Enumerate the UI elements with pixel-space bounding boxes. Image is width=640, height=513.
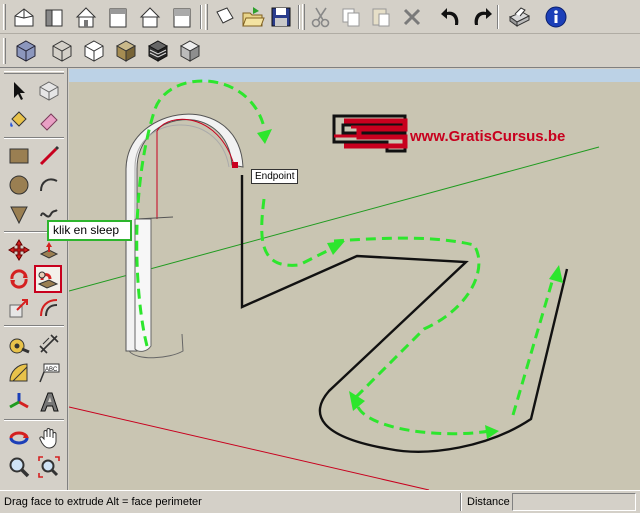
main-toolbar bbox=[0, 0, 640, 34]
cut-icon[interactable] bbox=[307, 3, 335, 31]
toolbar-separator bbox=[497, 5, 499, 29]
right-view-icon[interactable] bbox=[104, 3, 132, 31]
pan-icon[interactable] bbox=[35, 424, 63, 452]
palette-separator bbox=[4, 419, 64, 421]
new-file-icon[interactable] bbox=[211, 3, 239, 31]
palette-separator bbox=[4, 137, 64, 139]
status-bar: Drag face to extrude Alt = face perimete… bbox=[0, 490, 640, 513]
back-view-icon[interactable] bbox=[136, 3, 164, 31]
line-icon[interactable] bbox=[35, 142, 63, 170]
undo-icon[interactable] bbox=[437, 3, 465, 31]
print-icon[interactable] bbox=[505, 3, 533, 31]
shaded-style-icon[interactable] bbox=[112, 37, 140, 65]
zoom-extents-icon[interactable] bbox=[35, 453, 63, 481]
zoom-icon[interactable] bbox=[5, 453, 33, 481]
eraser-icon[interactable] bbox=[35, 106, 63, 134]
scale-icon[interactable] bbox=[5, 294, 33, 322]
toolbar-grip[interactable] bbox=[302, 4, 305, 30]
palette-grip[interactable] bbox=[4, 71, 64, 74]
toolbar-grip[interactable] bbox=[205, 4, 208, 30]
top-view-icon[interactable] bbox=[40, 3, 68, 31]
instruction-callout: klik en sleep bbox=[47, 220, 132, 241]
follow-me-icon[interactable] bbox=[34, 265, 62, 293]
rotate-icon[interactable] bbox=[5, 265, 33, 293]
wireframe-style-icon[interactable] bbox=[48, 37, 76, 65]
info-icon[interactable] bbox=[542, 3, 570, 31]
make-component-icon[interactable] bbox=[35, 77, 63, 105]
offset-icon[interactable] bbox=[35, 294, 63, 322]
distance-label: Distance bbox=[467, 496, 510, 508]
toolbar-grip[interactable] bbox=[3, 4, 6, 30]
save-icon[interactable] bbox=[267, 3, 295, 31]
axes-icon[interactable] bbox=[5, 388, 33, 416]
xray-style-icon[interactable] bbox=[12, 37, 40, 65]
paint-bucket-icon[interactable] bbox=[5, 106, 33, 134]
status-message: Drag face to extrude Alt = face perimete… bbox=[4, 496, 202, 508]
open-file-icon[interactable] bbox=[239, 3, 267, 31]
shaded-texture-style-icon[interactable] bbox=[144, 37, 172, 65]
status-divider bbox=[460, 493, 462, 511]
3d-text-icon[interactable] bbox=[35, 388, 63, 416]
model-viewport[interactable]: Endpoint www.GratisCursus.be bbox=[69, 69, 640, 490]
tape-measure-icon[interactable] bbox=[5, 330, 33, 358]
rectangle-icon[interactable] bbox=[5, 142, 33, 170]
copy-icon[interactable] bbox=[337, 3, 365, 31]
erase-icon[interactable] bbox=[398, 3, 426, 31]
arc-icon[interactable] bbox=[35, 171, 63, 199]
move-icon[interactable] bbox=[5, 236, 33, 264]
tool-palette: ABC bbox=[0, 68, 68, 490]
select-icon[interactable] bbox=[5, 77, 33, 105]
circle-icon[interactable] bbox=[5, 171, 33, 199]
gratiscursus-logo bbox=[332, 114, 408, 153]
toolbar-separator bbox=[298, 5, 300, 29]
endpoint-marker bbox=[232, 162, 238, 168]
svg-text:ABC: ABC bbox=[45, 367, 58, 373]
protractor-icon[interactable] bbox=[5, 359, 33, 387]
watermark-url: www.GratisCursus.be bbox=[410, 128, 566, 145]
toolbar-grip[interactable] bbox=[3, 38, 6, 64]
iso-view-icon[interactable] bbox=[10, 3, 38, 31]
palette-separator bbox=[4, 325, 64, 327]
paste-icon[interactable] bbox=[367, 3, 395, 31]
toolbar-separator bbox=[200, 5, 202, 29]
redo-icon[interactable] bbox=[468, 3, 496, 31]
style-toolbar bbox=[0, 34, 640, 68]
hidden-line-style-icon[interactable] bbox=[80, 37, 108, 65]
distance-input[interactable] bbox=[512, 493, 636, 511]
text-icon[interactable]: ABC bbox=[35, 359, 63, 387]
polygon-icon[interactable] bbox=[5, 200, 33, 228]
dimension-icon[interactable] bbox=[35, 330, 63, 358]
inference-tooltip: Endpoint bbox=[251, 169, 299, 184]
orbit-icon[interactable] bbox=[5, 424, 33, 452]
monochrome-style-icon[interactable] bbox=[176, 37, 204, 65]
left-view-icon[interactable] bbox=[168, 3, 196, 31]
front-view-icon[interactable] bbox=[72, 3, 100, 31]
